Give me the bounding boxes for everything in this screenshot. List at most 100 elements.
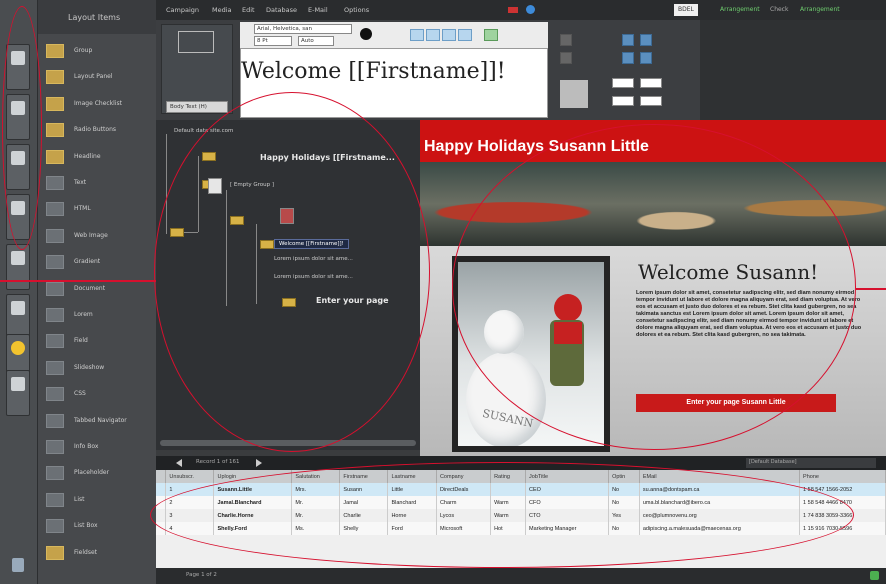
- line-height-select[interactable]: Auto: [298, 36, 334, 46]
- grid-icon[interactable]: [560, 34, 572, 46]
- column-header[interactable]: JobTitle: [525, 470, 610, 483]
- media-mode-button[interactable]: [6, 94, 30, 140]
- text-color-icon[interactable]: [360, 28, 372, 40]
- sidebar-item-placeholder[interactable]: Placeholder: [44, 462, 152, 484]
- tab-bdel[interactable]: BDEL: [674, 4, 698, 16]
- align-right-button[interactable]: [442, 29, 456, 41]
- text-editor[interactable]: Welcome [[Firstname]]!: [240, 48, 548, 118]
- y-field[interactable]: [640, 78, 662, 88]
- width-field[interactable]: [612, 96, 634, 106]
- align-justify-button[interactable]: [458, 29, 472, 41]
- sidebar-item-list-box[interactable]: List Box: [44, 515, 152, 537]
- align-left-button[interactable]: [410, 29, 424, 41]
- sidebar-item-slideshow[interactable]: Slideshow: [44, 357, 152, 379]
- tree-node-root[interactable]: [170, 228, 184, 237]
- sidebar-item-info-box[interactable]: Info Box: [44, 436, 152, 458]
- column-header[interactable]: Uplogin: [213, 470, 293, 483]
- body-text[interactable]: Lorem ipsum dolor sit amet, consetetur s…: [636, 290, 864, 339]
- column-header[interactable]: Firstname: [339, 470, 389, 483]
- menu-media[interactable]: Media: [212, 6, 232, 14]
- distribute-button[interactable]: [622, 34, 634, 46]
- sidebar-item-headline[interactable]: Headline: [44, 146, 152, 168]
- flag-icon[interactable]: [508, 7, 518, 13]
- database-mode-button[interactable]: [6, 144, 30, 190]
- table-row[interactable]: 1 Susann.Little Mrs. Susann Little DirectDeal…: [156, 483, 886, 496]
- color-swatch[interactable]: [560, 80, 588, 108]
- add-record-icon[interactable]: [870, 571, 879, 580]
- report-mode-button[interactable]: [6, 370, 30, 416]
- tree-label-enter[interactable]: Enter your page: [316, 296, 389, 305]
- photo-frame[interactable]: SUSANN: [452, 256, 610, 452]
- insert-field-button[interactable]: [484, 29, 498, 41]
- tree-label-welcome[interactable]: Welcome [[Firstname]]!: [274, 239, 349, 249]
- sidebar-item-lorem[interactable]: Lorem: [44, 304, 152, 326]
- table-row[interactable]: 2 Jamal.Blanchard Mr. Jamal Blanchard Charm Wa…: [156, 496, 886, 509]
- table-row[interactable]: 3 Charlie.Horne Mr. Charlie Horne Lycos Warm CT…: [156, 509, 886, 522]
- tab-check[interactable]: Check: [766, 4, 792, 16]
- menu-options[interactable]: Options: [344, 6, 369, 14]
- tree-node-headline[interactable]: [202, 152, 216, 161]
- column-header[interactable]: Unsubscr.: [165, 470, 215, 483]
- menu-edit[interactable]: Edit: [242, 6, 255, 14]
- sidebar-item-layout-panel[interactable]: Layout Panel: [44, 66, 152, 88]
- table-cell: Mrs.: [291, 483, 341, 496]
- menu-database[interactable]: Database: [266, 6, 297, 14]
- tree-scrollbar[interactable]: [160, 440, 416, 446]
- tree-node-text[interactable]: [260, 240, 274, 249]
- sidebar-item-tabbed-navigator[interactable]: Tabbed Navigator: [44, 410, 152, 432]
- column-header[interactable]: Phone: [799, 470, 886, 483]
- trash-icon[interactable]: [12, 558, 24, 572]
- align-bottom-button[interactable]: [640, 52, 652, 64]
- sidebar-item-gradient[interactable]: Gradient: [44, 251, 152, 273]
- x-field[interactable]: [612, 78, 634, 88]
- column-header[interactable]: Salutation: [291, 470, 341, 483]
- align-center-button[interactable]: [426, 29, 440, 41]
- database-select[interactable]: [Default Database]: [746, 458, 876, 468]
- prev-record-icon[interactable]: [176, 459, 182, 467]
- settings-mode-button[interactable]: [6, 244, 30, 290]
- menu-email[interactable]: E-Mail: [308, 6, 328, 14]
- sidebar-item-web-image[interactable]: Web Image: [44, 225, 152, 247]
- arrange-button[interactable]: [640, 34, 652, 46]
- tree-node-image[interactable]: [230, 216, 244, 225]
- table-row[interactable]: 4 Shelly.Ford Ms. Shelly Ford Microsoft Hot Mar…: [156, 522, 886, 535]
- font-size-select[interactable]: 8 Pt: [254, 36, 292, 46]
- layout-mode-button[interactable]: [6, 44, 30, 90]
- tree-label-lorem-2[interactable]: Lorem ipsum dolor sit ame...: [274, 274, 353, 280]
- help-icon[interactable]: [526, 5, 535, 14]
- document-mode-button[interactable]: [6, 194, 30, 240]
- tree-label-lorem-1[interactable]: Lorem ipsum dolor sit ame...: [274, 256, 353, 262]
- sidebar-item-css[interactable]: CSS: [44, 383, 152, 405]
- element-thumb-icon: [46, 228, 64, 243]
- column-header[interactable]: Lastname: [387, 470, 437, 483]
- column-header[interactable]: Optin: [608, 470, 640, 483]
- column-header[interactable]: Company: [436, 470, 492, 483]
- style-select[interactable]: Body Text (H): [166, 101, 228, 113]
- next-record-icon[interactable]: [256, 459, 262, 467]
- sidebar-item-text[interactable]: Text: [44, 172, 152, 194]
- sidebar-item-image-checklist[interactable]: Image Checklist: [44, 93, 152, 115]
- column-header[interactable]: Rating: [490, 470, 527, 483]
- column-header[interactable]: [156, 470, 167, 483]
- sidebar-item-fieldset[interactable]: Fieldset: [44, 542, 152, 564]
- sidebar-item-list[interactable]: List: [44, 489, 152, 511]
- column-header[interactable]: EMail: [639, 470, 801, 483]
- tree-label-group[interactable]: [ Empty Group ]: [230, 182, 274, 188]
- sidebar-item-field[interactable]: Field: [44, 330, 152, 352]
- tab-arrangement[interactable]: Arrangement: [716, 4, 764, 16]
- sidebar-item-group[interactable]: Group: [44, 40, 152, 62]
- snap-icon[interactable]: [560, 52, 572, 64]
- align-top-button[interactable]: [622, 52, 634, 64]
- height-field[interactable]: [640, 96, 662, 106]
- enter-page-button[interactable]: Enter your page Susann Little: [636, 394, 836, 412]
- font-select[interactable]: Arial, Helvetica, san: [254, 24, 352, 34]
- sidebar-item-radio-buttons[interactable]: Radio Buttons: [44, 119, 152, 141]
- sidebar-item-html[interactable]: HTML: [44, 198, 152, 220]
- menu-campaign[interactable]: Campaign: [166, 6, 199, 14]
- tree-node-button[interactable]: [282, 298, 296, 307]
- welcome-heading[interactable]: Welcome Susann!: [638, 260, 818, 284]
- frame-icon[interactable]: [178, 31, 214, 53]
- tree-label-headline[interactable]: Happy Holidays [[Firstname...: [260, 153, 395, 162]
- tab-arrangement-2[interactable]: Arrangement: [796, 4, 844, 16]
- card-title[interactable]: Happy Holidays Susann Little: [424, 138, 649, 156]
